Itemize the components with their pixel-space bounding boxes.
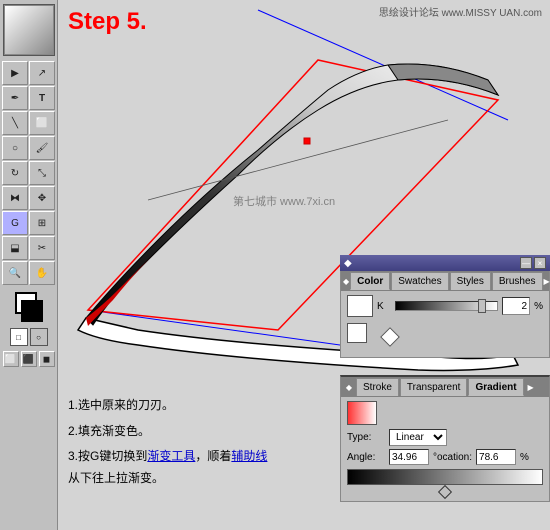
gradient-tab-arrow-right[interactable]: ▶ — [525, 378, 537, 396]
highlight-gradient: 渐变工具 — [147, 449, 195, 463]
k-value[interactable]: 2 — [502, 297, 530, 315]
instruction-line2: 2.填充渐变色。 — [68, 421, 368, 443]
instruction-line3b: 从下往上拉渐变。 — [68, 468, 368, 490]
rotate-tool[interactable]: ↻ — [2, 161, 28, 185]
scissors-tool[interactable]: ✂ — [29, 236, 55, 260]
gradient-bar-area — [347, 469, 543, 497]
gradient-tab-arrow-left[interactable]: ◆ — [343, 378, 355, 396]
gradient-panel-tabs: ◆ Stroke Transparent Gradient ▶ — [341, 377, 549, 397]
gradient-bar[interactable] — [347, 469, 543, 485]
instruction-line3: 3.按G键切换到渐变工具，顺着辅助线 — [68, 446, 368, 468]
tab-color[interactable]: Color — [350, 272, 390, 290]
screen-mode-full[interactable]: ⬛ — [21, 351, 37, 367]
tab-arrow-left[interactable]: ◆ — [343, 272, 349, 290]
direct-selection-tool[interactable]: ↗ — [29, 61, 55, 85]
color-panel-tabs: ◆ Color Swatches Styles Brushes ▶ — [341, 271, 549, 291]
color-swatch-fg[interactable] — [347, 295, 373, 317]
minimize-btn[interactable]: — — [520, 257, 532, 269]
selection-tool[interactable]: ▶ — [2, 61, 28, 85]
paintbucket-tool[interactable]: ⬓ — [2, 236, 28, 260]
type-tool[interactable]: T — [29, 86, 55, 110]
angle-label: Angle: — [347, 452, 385, 463]
svg-text:第七城市 www.7xi.cn: 第七城市 www.7xi.cn — [233, 194, 335, 208]
tab-arrow-right[interactable]: ▶ — [544, 272, 550, 290]
line-tool[interactable]: ╲ — [2, 111, 28, 135]
tab-styles[interactable]: Styles — [450, 272, 491, 290]
mesh-tool[interactable]: ⊞ — [29, 211, 55, 235]
type-row: Type: Linear Radial — [347, 429, 543, 446]
location-input[interactable]: 78.6 — [476, 449, 516, 465]
tab-swatches[interactable]: Swatches — [391, 272, 448, 290]
tab-transparent[interactable]: Transparent — [400, 378, 468, 396]
gradient-panel: ◆ Stroke Transparent Gradient ▶ — [340, 375, 550, 502]
k-slider[interactable] — [395, 301, 498, 311]
gradient-tool[interactable]: G — [2, 211, 28, 235]
canvas-area: Step 5. 思绘设计论坛 www.MISSY UAN.com — [58, 0, 550, 530]
type-select[interactable]: Linear Radial — [389, 429, 447, 446]
highlight-guide: 辅助线 — [231, 449, 267, 463]
close-btn[interactable]: × — [534, 257, 546, 269]
slider-label: K — [377, 301, 391, 312]
blend-tool[interactable]: ⧓ — [2, 186, 28, 210]
pen-tool[interactable]: ✒ — [2, 86, 28, 110]
tab-brushes[interactable]: Brushes — [492, 272, 543, 290]
tab-stroke[interactable]: Stroke — [356, 378, 399, 396]
rect-tool[interactable]: ⬜ — [29, 111, 55, 135]
toolbar: ▶ ↗ ✒ T ╲ ⬜ ○ 🖌 ↻ ⤡ ⧓ ✥ G ⊞ ⬓ ✂ 🔍 ✋ □ — [0, 0, 58, 530]
instruction-line1: 1.选中原来的刀刃。 — [68, 395, 368, 417]
ellipse-tool[interactable]: ○ — [2, 136, 28, 160]
scale-tool[interactable]: ⤡ — [29, 161, 55, 185]
watermark: 思绘设计论坛 www.MISSY UAN.com — [379, 4, 542, 19]
gradient-preview-swatch[interactable] — [347, 401, 377, 425]
location-label: °ocation: — [433, 452, 472, 463]
angle-input[interactable]: 34.96 — [389, 449, 429, 465]
screen-mode-fullscreen[interactable]: ◼ — [39, 351, 55, 367]
screen-mode-normal[interactable]: ⬜ — [3, 351, 19, 367]
color-panel: ◆ — × ◆ Color Swatches Styles Brushes — [340, 255, 550, 360]
stroke-swatch[interactable] — [347, 323, 367, 343]
color-panel-titlebar: ◆ — × — [340, 255, 550, 271]
type-label: Type: — [347, 432, 385, 443]
eyedropper-tool[interactable]: ✥ — [29, 186, 55, 210]
gradient-midpoint-diamond[interactable] — [438, 485, 452, 499]
diamond-swatch[interactable] — [380, 327, 400, 347]
hand-tool[interactable]: ✋ — [29, 261, 55, 285]
location-percent: % — [520, 452, 529, 463]
tab-gradient[interactable]: Gradient — [468, 378, 523, 396]
brush-tool[interactable]: 🖌 — [29, 136, 55, 160]
instructions: 1.选中原来的刀刃。 2.填充渐变色。 3.按G键切换到渐变工具，顺着辅助线 从… — [68, 395, 368, 489]
zoom-tool[interactable]: 🔍 — [2, 261, 28, 285]
percent-label: % — [534, 301, 543, 312]
angle-row: Angle: 34.96 °ocation: 78.6 % — [347, 449, 543, 465]
